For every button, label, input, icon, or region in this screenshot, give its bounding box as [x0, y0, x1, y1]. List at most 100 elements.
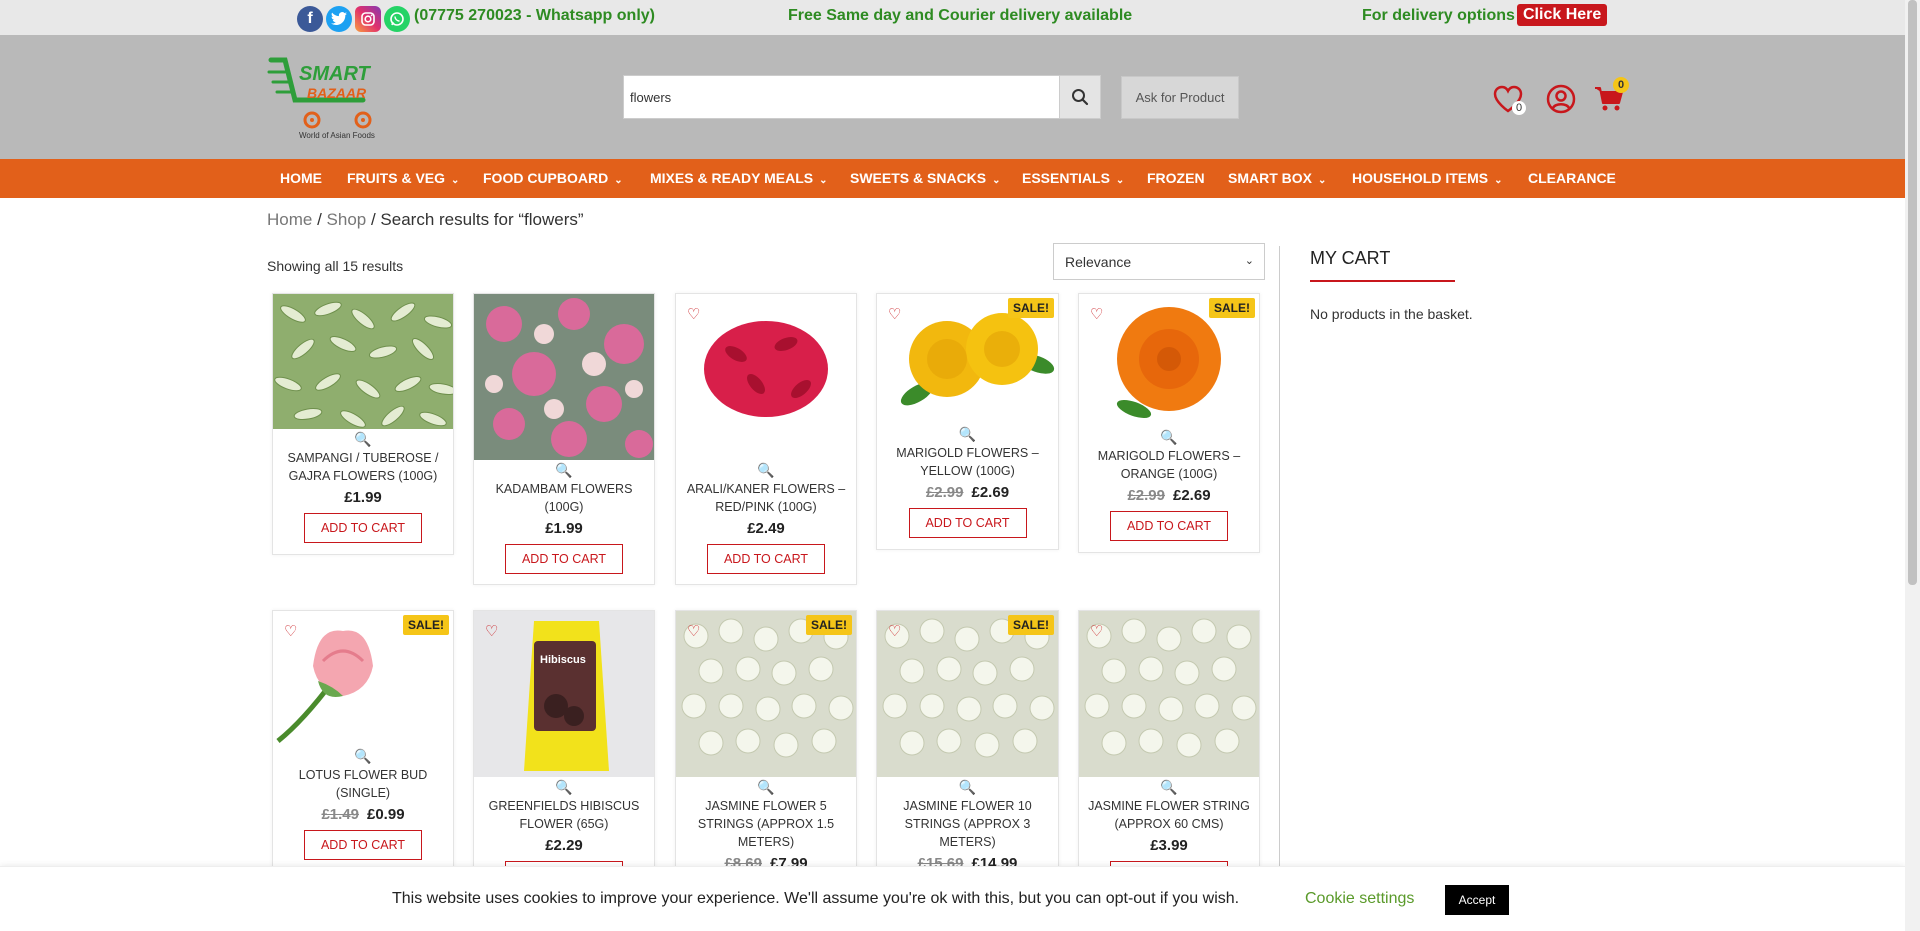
delivery-message: Free Same day and Courier delivery avail…: [788, 7, 1133, 24]
product-name[interactable]: LOTUS FLOWER BUD (SINGLE): [273, 766, 453, 802]
quick-view-icon[interactable]: 🔍: [877, 426, 1058, 444]
product-card: ♡ 🔍 ARALI/KANER FLOWERS – RED/PINK (100G…: [675, 293, 857, 585]
ask-for-product-button[interactable]: Ask for Product: [1121, 76, 1239, 119]
nav-item-food-cupboard[interactable]: FOOD CUPBOARD ⌄: [483, 170, 623, 186]
quick-view-icon[interactable]: 🔍: [1079, 779, 1259, 797]
product-name[interactable]: MARIGOLD FLOWERS – ORANGE (100G): [1079, 447, 1259, 483]
scrollbar-thumb[interactable]: [1908, 0, 1917, 585]
wishlist-heart-icon[interactable]: ♡: [687, 305, 700, 323]
product-image[interactable]: ♡: [676, 294, 856, 460]
svg-text:SMART: SMART: [299, 63, 372, 85]
cookie-settings-link[interactable]: Cookie settings: [1305, 890, 1414, 908]
account-button[interactable]: [1545, 83, 1577, 115]
wishlist-heart-icon[interactable]: ♡: [687, 622, 700, 640]
product-image[interactable]: ♡ SALE!: [676, 611, 856, 777]
product-price: £2.99 £2.69: [925, 484, 1010, 501]
nav-item-clearance[interactable]: CLEARANCE: [1528, 170, 1616, 186]
nav-item-sweets-snacks[interactable]: SWEETS & SNACKS ⌄: [850, 170, 1001, 186]
product-name[interactable]: ARALI/KANER FLOWERS – RED/PINK (100G): [676, 480, 856, 516]
wishlist-heart-icon[interactable]: ♡: [1090, 622, 1103, 640]
sidebar-divider: [1279, 246, 1280, 866]
product-image[interactable]: [474, 294, 654, 460]
quick-view-icon[interactable]: 🔍: [877, 779, 1058, 797]
social-links: f: [297, 6, 410, 32]
product-name[interactable]: KADAMBAM FLOWERS (100G): [474, 480, 654, 516]
cart-title-underline: [1310, 280, 1455, 282]
sale-badge: SALE!: [1008, 298, 1054, 318]
product-name[interactable]: JASMINE FLOWER STRING (APPROX 60 CMS): [1079, 797, 1259, 833]
wishlist-heart-icon[interactable]: ♡: [284, 622, 297, 640]
product-name[interactable]: JASMINE FLOWER 5 STRINGS (APPROX 1.5 MET…: [676, 797, 856, 851]
quick-view-icon[interactable]: 🔍: [273, 431, 453, 449]
wishlist-button[interactable]: 0: [1492, 83, 1526, 115]
facebook-icon[interactable]: f: [297, 6, 323, 32]
site-logo[interactable]: SMART BAZAAR World of Asian Foods: [267, 52, 387, 142]
sort-select[interactable]: Relevance ⌄: [1053, 243, 1265, 280]
nav-item-essentials[interactable]: ESSENTIALS ⌄: [1022, 170, 1124, 186]
cart-widget-title: MY CART: [1310, 248, 1391, 268]
svg-text:BAZAAR: BAZAAR: [307, 85, 367, 101]
nav-item-frozen[interactable]: FROZEN: [1147, 170, 1205, 186]
delivery-options-label: For delivery options: [1362, 7, 1515, 24]
wishlist-heart-icon[interactable]: ♡: [1090, 305, 1103, 323]
product-image[interactable]: [273, 294, 453, 429]
nav-item-smart-box[interactable]: SMART BOX ⌄: [1228, 170, 1326, 186]
product-name[interactable]: MARIGOLD FLOWERS – YELLOW (100G): [877, 444, 1058, 480]
nav-item-home[interactable]: HOME: [280, 170, 322, 186]
add-to-cart-button[interactable]: ADD TO CART: [505, 544, 623, 574]
site-header: SMART BAZAAR World of Asian Foods Ask fo…: [0, 35, 1905, 159]
search-input[interactable]: [624, 76, 1060, 118]
quick-view-icon[interactable]: 🔍: [474, 462, 654, 480]
wishlist-heart-icon[interactable]: ♡: [485, 622, 498, 640]
nav-item-mixes-ready-meals[interactable]: MIXES & READY MEALS ⌄: [650, 170, 828, 186]
wishlist-heart-icon[interactable]: ♡: [888, 305, 901, 323]
chevron-down-icon: ⌄: [614, 175, 623, 186]
main-nav: HOME FRUITS & VEG ⌄ FOOD CUPBOARD ⌄ MIXES …: [0, 159, 1905, 198]
product-name[interactable]: SAMPANGI / TUBEROSE / GAJRA FLOWERS (100…: [273, 449, 453, 485]
nav-item-fruits-veg[interactable]: FRUITS & VEG ⌄: [347, 170, 459, 186]
quick-view-icon[interactable]: 🔍: [474, 779, 654, 797]
product-image[interactable]: ♡ SALE!: [1079, 294, 1259, 427]
product-image[interactable]: ♡: [1079, 611, 1259, 777]
product-image[interactable]: ♡ SALE!: [877, 611, 1058, 777]
search-icon: [1072, 89, 1089, 106]
add-to-cart-button[interactable]: ADD TO CART: [908, 508, 1027, 538]
chevron-down-icon: ⌄: [819, 175, 828, 186]
user-icon: [1546, 84, 1576, 114]
add-to-cart-button[interactable]: ADD TO CART: [707, 544, 825, 574]
page-scrollbar[interactable]: [1905, 0, 1920, 931]
quick-view-icon[interactable]: 🔍: [676, 462, 856, 480]
product-image[interactable]: ♡ Hibiscus: [474, 611, 654, 777]
whatsapp-phone: (07775 270023 - Whatsapp only): [414, 7, 655, 24]
svg-text:World of Asian Foods: World of Asian Foods: [299, 131, 375, 140]
quick-view-icon[interactable]: 🔍: [1079, 429, 1259, 447]
breadcrumb-shop-link[interactable]: Shop: [327, 210, 367, 229]
quick-view-icon[interactable]: 🔍: [273, 748, 453, 766]
product-price: £1.99: [545, 520, 583, 537]
quick-view-icon[interactable]: 🔍: [676, 779, 856, 797]
breadcrumb-home-link[interactable]: Home: [267, 210, 312, 229]
delivery-click-here-button[interactable]: Click Here: [1517, 4, 1608, 26]
product-image[interactable]: ♡ SALE!: [273, 611, 453, 746]
nav-item-household-items[interactable]: HOUSEHOLD ITEMS ⌄: [1352, 170, 1503, 186]
cookie-accept-button[interactable]: Accept: [1445, 885, 1509, 915]
add-to-cart-button[interactable]: ADD TO CART: [304, 513, 422, 543]
chevron-down-icon: ⌄: [1115, 175, 1125, 186]
whatsapp-icon[interactable]: [384, 6, 410, 32]
search-button[interactable]: [1059, 75, 1101, 119]
instagram-icon[interactable]: [355, 6, 381, 32]
product-card: ♡ Hibiscus 🔍 GREENFIELDS HIBISCUS FLOWER…: [473, 610, 655, 891]
product-name[interactable]: JASMINE FLOWER 10 STRINGS (APPROX 3 METE…: [877, 797, 1058, 851]
product-image[interactable]: ♡ SALE!: [877, 294, 1058, 424]
svg-text:Hibiscus: Hibiscus: [540, 654, 586, 666]
twitter-icon[interactable]: [326, 6, 352, 32]
cart-empty-message: No products in the basket.: [1310, 306, 1473, 322]
product-card: 🔍 SAMPANGI / TUBEROSE / GAJRA FLOWERS (1…: [272, 293, 454, 555]
product-name[interactable]: GREENFIELDS HIBISCUS FLOWER (65G): [474, 797, 654, 833]
product-card: ♡ SALE! 🔍 MARIGOLD FLOWERS – YELLOW (100…: [876, 293, 1059, 550]
cart-button[interactable]: 0: [1593, 77, 1629, 115]
add-to-cart-button[interactable]: ADD TO CART: [1110, 511, 1228, 541]
add-to-cart-button[interactable]: ADD TO CART: [304, 830, 422, 860]
product-price: £1.99: [344, 489, 382, 506]
wishlist-heart-icon[interactable]: ♡: [888, 622, 901, 640]
